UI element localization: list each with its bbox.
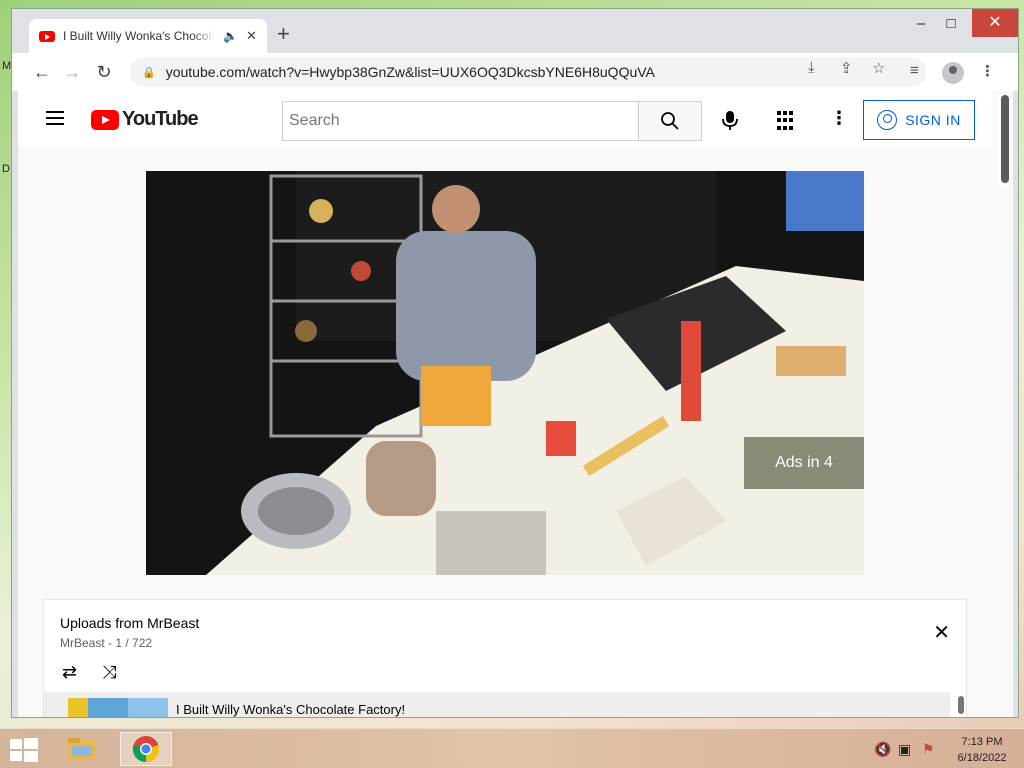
playlist-subtitle[interactable]: MrBeast - 1 / 722 <box>60 636 152 650</box>
tab-strip: I Built Willy Wonka's Chocolate Factory!… <box>12 9 1018 53</box>
tab-title: I Built Willy Wonka's Chocolate Factory! <box>63 29 215 43</box>
address-bar[interactable]: 🔒 youtube.com/watch?v=Hwybp38GnZw&list=U… <box>130 57 926 87</box>
search-input[interactable]: Search <box>282 101 639 141</box>
apps-grid-icon[interactable] <box>777 111 797 131</box>
install-app-icon[interactable]: ⤓ <box>808 59 815 76</box>
sign-in-label: SIGN IN <box>905 112 961 128</box>
network-icon[interactable]: ▣ <box>898 741 911 758</box>
shuffle-icon[interactable]: ⤨ <box>102 662 116 683</box>
forward-arrow-icon[interactable]: → <box>60 61 84 83</box>
sign-in-button[interactable]: SIGN IN <box>863 100 975 140</box>
youtube-play-icon <box>91 109 119 130</box>
youtube-header: YouTube Search ⋮ SIGN IN <box>18 91 992 147</box>
url-text[interactable]: youtube.com/watch?v=Hwybp38GnZw&list=UUX… <box>166 64 655 80</box>
search-icon <box>661 112 679 130</box>
browser-menu-icon[interactable]: ⋮ <box>980 62 995 80</box>
playlist-item[interactable]: I Built Willy Wonka's Chocolate Factory! <box>44 692 950 717</box>
tab-close-icon[interactable]: ✕ <box>246 28 257 44</box>
account-icon <box>877 110 898 130</box>
video-thumbnail[interactable] <box>68 698 168 717</box>
settings-kebab-icon[interactable]: ⋮ <box>830 109 848 127</box>
taskbar: 🔇 ▣ ⚑ 7:13 PM 6/18/2022 <box>0 728 1024 768</box>
video-player[interactable]: Ads in 4 <box>146 171 864 575</box>
video-frame <box>146 171 864 575</box>
desktop-edge-text-mid: D <box>2 163 10 175</box>
speaker-icon[interactable]: 🔈 <box>223 29 238 43</box>
playlist-title[interactable]: Uploads from MrBeast <box>60 615 199 631</box>
page-scrollbar-thumb[interactable] <box>1001 95 1009 183</box>
page-viewport: YouTube Search ⋮ SIGN IN Ads in 4 Upload… <box>18 91 1013 717</box>
chrome-taskbar-icon[interactable] <box>120 732 172 766</box>
minimize-button[interactable]: – <box>906 15 936 32</box>
youtube-logo-text: YouTube <box>122 108 199 130</box>
hamburger-menu-icon[interactable] <box>46 111 64 125</box>
notification-flag-icon[interactable]: ⚑ <box>922 741 935 758</box>
file-explorer-icon[interactable] <box>60 732 104 766</box>
lock-icon: 🔒 <box>142 66 156 79</box>
youtube-favicon-icon <box>39 30 55 42</box>
new-tab-button[interactable]: + <box>277 23 290 45</box>
system-clock[interactable]: 7:13 PM 6/18/2022 <box>950 734 1014 766</box>
volume-muted-icon[interactable]: 🔇 <box>874 741 891 758</box>
bookmark-star-icon[interactable]: ☆ <box>872 59 885 77</box>
clock-time: 7:13 PM <box>961 736 1003 748</box>
playlist-scrollbar[interactable] <box>958 696 964 714</box>
maximize-button[interactable]: □ <box>936 15 966 32</box>
playlist-panel: Uploads from MrBeast MrBeast - 1 / 722 ✕… <box>43 599 967 717</box>
search-button[interactable] <box>638 101 702 141</box>
loop-icon[interactable]: ⇄ <box>62 662 77 683</box>
playlist-item-title[interactable]: I Built Willy Wonka's Chocolate Factory! <box>176 702 405 717</box>
youtube-logo[interactable]: YouTube <box>91 108 199 131</box>
clock-date: 6/18/2022 <box>957 752 1007 764</box>
profile-avatar-icon[interactable] <box>942 62 964 84</box>
microphone-icon[interactable] <box>719 109 741 131</box>
desktop-edge-text-top: M <box>2 60 12 72</box>
ad-countdown-badge[interactable]: Ads in 4 <box>744 437 864 489</box>
media-control-icon[interactable]: ≡ <box>910 62 919 79</box>
share-icon[interactable]: ⇪ <box>840 59 853 77</box>
close-icon[interactable]: ✕ <box>933 620 950 645</box>
browser-toolbar: ← → ↻ 🔒 youtube.com/watch?v=Hwybp38GnZw&… <box>12 53 1018 91</box>
browser-window: I Built Willy Wonka's Chocolate Factory!… <box>11 8 1019 718</box>
reload-icon[interactable]: ↻ <box>92 61 116 83</box>
windows-start-icon[interactable] <box>8 737 40 763</box>
browser-tab-active[interactable]: I Built Willy Wonka's Chocolate Factory!… <box>29 19 267 53</box>
close-window-button[interactable]: ✕ <box>972 9 1018 37</box>
back-arrow-icon[interactable]: ← <box>30 61 54 83</box>
